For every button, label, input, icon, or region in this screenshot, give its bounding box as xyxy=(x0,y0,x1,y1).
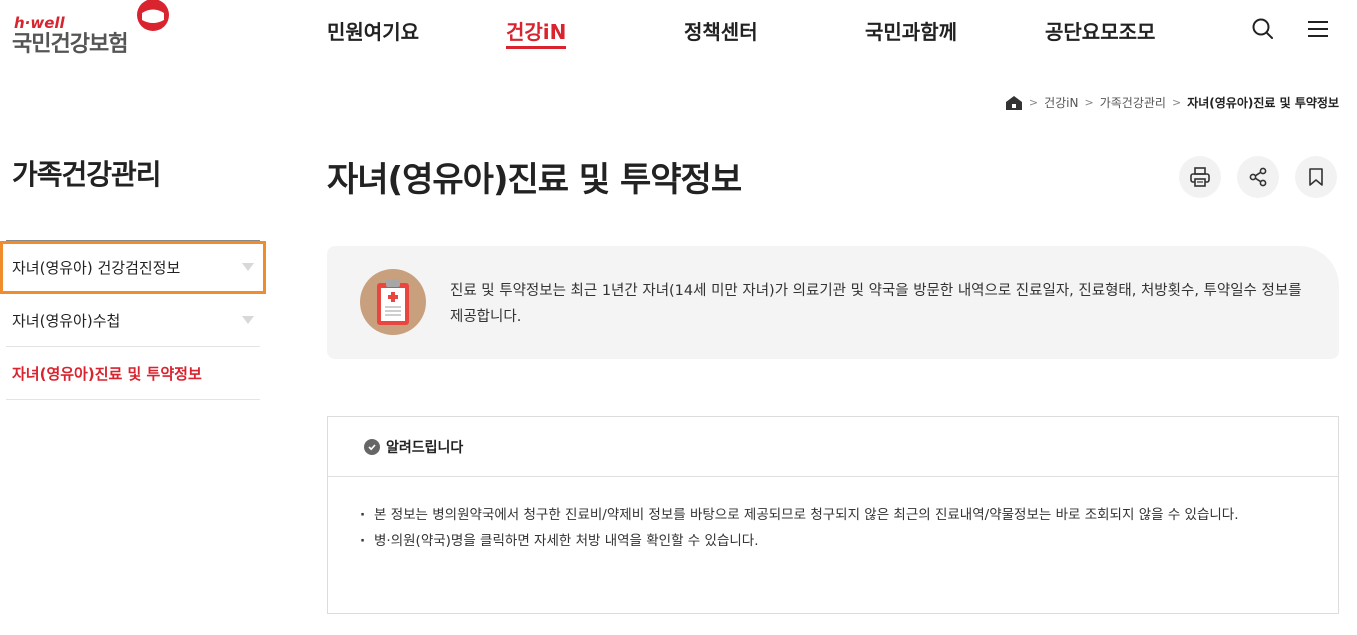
notice-item: 병·의원(약국)명을 클릭하면 자세한 처방 내역을 확인할 수 있습니다. xyxy=(360,529,1318,553)
info-box: 진료 및 투약정보는 최근 1년간 자녀(14세 미만 자녀)가 의료기관 및 … xyxy=(327,246,1339,359)
site-header: h·well 국민건강보험 민원여기요 건강iN 정책센터 국민과함께 공단요모… xyxy=(0,0,1357,70)
breadcrumb-current: 자녀(영유아)진료 및 투약정보 xyxy=(1187,96,1339,110)
sidebar-nav: 자녀(영유아) 건강검진정보 자녀(영유아)수첩 자녀(영유아)진료 및 투약정… xyxy=(0,240,266,400)
nav-item-civil[interactable]: 민원여기요 xyxy=(327,16,419,45)
notice-item: 본 정보는 병의원약국에서 청구한 진료비/약제비 정보를 바탕으로 제공되므로… xyxy=(360,503,1318,527)
sidebar-item-handbook[interactable]: 자녀(영유아)수첩 xyxy=(6,294,260,347)
logo-name: 국민건강보험 xyxy=(12,32,128,57)
logo-mark-icon xyxy=(137,0,169,31)
notice-title: 알려드립니다 xyxy=(386,439,464,456)
menu-icon[interactable] xyxy=(1305,16,1331,42)
info-description: 진료 및 투약정보는 최근 1년간 자녀(14세 미만 자녀)가 의료기관 및 … xyxy=(450,283,1302,325)
sidebar-item-treatment[interactable]: 자녀(영유아)진료 및 투약정보 xyxy=(6,347,260,400)
breadcrumb-separator: > xyxy=(1028,96,1039,109)
nav-item-policy[interactable]: 정책센터 xyxy=(684,16,758,45)
nav-item-about[interactable]: 공단요모조모 xyxy=(1045,16,1155,45)
notice-list: 본 정보는 병의원약국에서 청구한 진료비/약제비 정보를 바탕으로 제공되므로… xyxy=(328,477,1338,553)
share-icon xyxy=(1249,167,1267,187)
clipboard-icon xyxy=(360,269,426,335)
sidebar-title: 가족건강관리 xyxy=(12,158,162,191)
sidebar-item-label: 자녀(영유아) 건강검진정보 xyxy=(12,258,181,277)
page-title: 자녀(영유아)진료 및 투약정보 xyxy=(327,160,742,200)
nav-item-with-people[interactable]: 국민과함께 xyxy=(865,16,957,45)
check-circle-icon xyxy=(364,438,380,455)
breadcrumb-item[interactable]: 가족건강관리 xyxy=(1100,94,1166,111)
sidebar-item-checkup[interactable]: 자녀(영유아) 건강검진정보 xyxy=(0,241,266,294)
sidebar-item-label: 자녀(영유아)수첩 xyxy=(12,311,121,330)
sidebar-item-label: 자녀(영유아)진료 및 투약정보 xyxy=(12,364,202,383)
chevron-down-icon xyxy=(242,316,254,324)
notice-box: 알려드립니다 본 정보는 병의원약국에서 청구한 진료비/약제비 정보를 바탕으… xyxy=(327,416,1339,614)
breadcrumb-separator: > xyxy=(1171,96,1182,109)
chevron-down-icon xyxy=(242,263,254,271)
breadcrumb: > 건강iN > 가족건강관리 > 자녀(영유아)진료 및 투약정보 xyxy=(1005,94,1339,111)
home-icon[interactable] xyxy=(1005,95,1023,111)
site-logo[interactable]: h·well 국민건강보험 xyxy=(12,0,182,62)
breadcrumb-separator: > xyxy=(1084,96,1094,109)
search-icon[interactable] xyxy=(1250,16,1276,42)
nav-item-health-in[interactable]: 건강iN xyxy=(506,16,567,49)
print-icon xyxy=(1190,167,1210,187)
share-button[interactable] xyxy=(1237,156,1279,198)
bookmark-icon xyxy=(1309,168,1323,186)
bookmark-button[interactable] xyxy=(1295,156,1337,198)
notice-header: 알려드립니다 xyxy=(328,417,1338,477)
print-button[interactable] xyxy=(1179,156,1221,198)
breadcrumb-item[interactable]: 건강iN xyxy=(1044,94,1078,111)
